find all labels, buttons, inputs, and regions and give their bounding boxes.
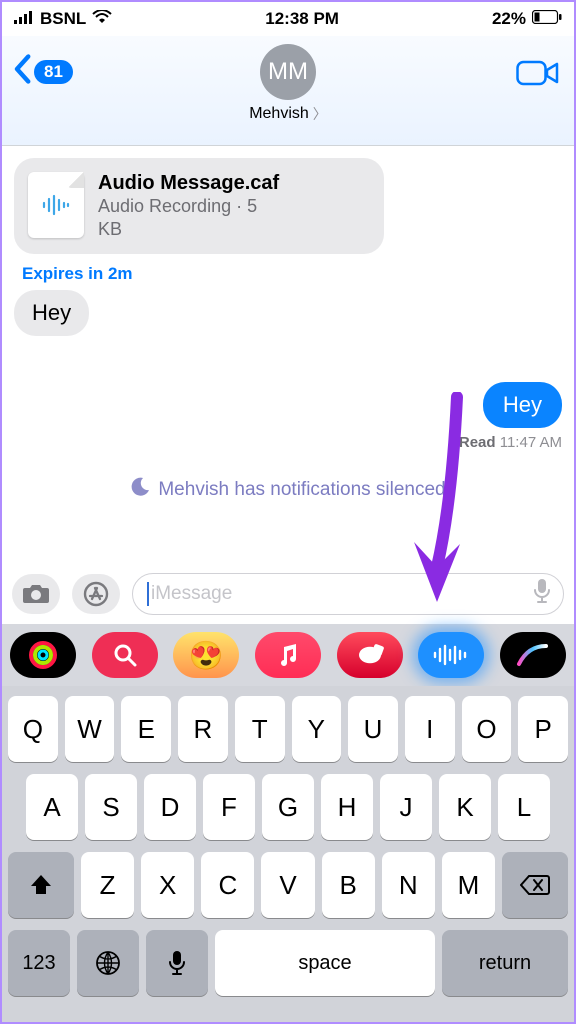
globe-icon [95, 950, 121, 976]
chevron-right-icon: 〉 [313, 104, 327, 124]
notifications-silenced-banner[interactable]: Mehvish has notifications silenced [14, 477, 562, 503]
microphone-icon [533, 578, 551, 604]
key-m[interactable]: M [442, 852, 495, 918]
key-f[interactable]: F [203, 774, 255, 840]
placeholder-text: iMessage [151, 583, 232, 605]
key-o[interactable]: O [462, 696, 512, 762]
keyboard-row-2: A S D F G H J K L [8, 774, 568, 840]
app-store-button[interactable] [72, 574, 120, 614]
key-globe[interactable] [77, 930, 139, 996]
key-r[interactable]: R [178, 696, 228, 762]
contact-name-button[interactable]: Mehvish 〉 [249, 104, 327, 124]
key-n[interactable]: N [382, 852, 435, 918]
signal-icon [14, 9, 34, 29]
app-memoji-icon[interactable]: 😍 [173, 632, 239, 678]
contact-name-label: Mehvish [249, 105, 309, 123]
camera-button[interactable] [12, 574, 60, 614]
file-title: Audio Message.caf [98, 172, 279, 195]
backspace-icon [520, 874, 550, 896]
keyboard-row-1: Q W E R T Y U I O P [8, 696, 568, 762]
key-d[interactable]: D [144, 774, 196, 840]
appstore-icon [83, 581, 109, 607]
key-s[interactable]: S [85, 774, 137, 840]
key-dictate[interactable] [146, 930, 208, 996]
key-p[interactable]: P [518, 696, 568, 762]
shift-icon [29, 873, 53, 897]
key-w[interactable]: W [65, 696, 115, 762]
key-y[interactable]: Y [292, 696, 342, 762]
key-shift[interactable] [8, 852, 74, 918]
key-t[interactable]: T [235, 696, 285, 762]
keyboard-row-3: Z X C V B N M [8, 852, 568, 918]
read-receipt: Read 11:47 AM [14, 434, 562, 451]
keyboard-row-4: 123 space return [8, 930, 568, 996]
key-u[interactable]: U [348, 696, 398, 762]
key-e[interactable]: E [121, 696, 171, 762]
dictation-button[interactable] [533, 578, 551, 610]
app-audio-message-icon[interactable] [418, 632, 484, 678]
chevron-left-icon [12, 54, 32, 89]
key-space[interactable]: space [215, 930, 435, 996]
key-backspace[interactable] [502, 852, 568, 918]
audio-file-icon [28, 172, 84, 238]
key-v[interactable]: V [261, 852, 314, 918]
facetime-button[interactable] [516, 58, 560, 93]
message-input[interactable]: iMessage [132, 573, 564, 615]
silenced-text: Mehvish has notifications silenced [158, 479, 445, 501]
wifi-icon [92, 9, 112, 29]
expiry-label: Expires in 2m [22, 264, 562, 284]
key-a[interactable]: A [26, 774, 78, 840]
key-i[interactable]: I [405, 696, 455, 762]
key-return[interactable]: return [442, 930, 568, 996]
app-fitness-icon[interactable] [337, 632, 403, 678]
clock-label: 12:38 PM [265, 9, 339, 29]
key-c[interactable]: C [201, 852, 254, 918]
key-b[interactable]: B [322, 852, 375, 918]
battery-pct-label: 22% [492, 9, 526, 29]
battery-icon [532, 9, 562, 29]
key-k[interactable]: K [439, 774, 491, 840]
status-bar: BSNL 12:38 PM 22% [2, 2, 574, 36]
back-button[interactable]: 81 [12, 54, 73, 89]
conversation-thread[interactable]: Audio Message.caf Audio Recording · 5KB … [2, 146, 574, 562]
file-subtitle: Audio Recording · 5KB [98, 195, 279, 240]
key-j[interactable]: J [380, 774, 432, 840]
carrier-label: BSNL [40, 9, 86, 29]
conversation-header: 81 MM Mehvish 〉 [2, 36, 574, 146]
audio-message-bubble[interactable]: Audio Message.caf Audio Recording · 5KB [14, 158, 384, 254]
key-g[interactable]: G [262, 774, 314, 840]
outgoing-message[interactable]: Hey [483, 382, 562, 428]
app-hashtag-images-icon[interactable] [92, 632, 158, 678]
incoming-message[interactable]: Hey [14, 290, 89, 336]
contact-avatar[interactable]: MM [260, 44, 316, 100]
app-digital-touch-icon[interactable] [500, 632, 566, 678]
message-input-row: iMessage [2, 564, 574, 624]
unread-badge: 81 [34, 60, 73, 84]
moon-icon [130, 477, 150, 503]
key-q[interactable]: Q [8, 696, 58, 762]
key-h[interactable]: H [321, 774, 373, 840]
app-activity-icon[interactable] [10, 632, 76, 678]
key-x[interactable]: X [141, 852, 194, 918]
key-numbers[interactable]: 123 [8, 930, 70, 996]
text-cursor [147, 582, 149, 606]
key-l[interactable]: L [498, 774, 550, 840]
imessage-app-strip[interactable]: 😍 [2, 624, 574, 686]
camera-icon [22, 583, 50, 605]
microphone-icon [168, 950, 186, 976]
key-z[interactable]: Z [81, 852, 134, 918]
app-music-icon[interactable] [255, 632, 321, 678]
keyboard: Q W E R T Y U I O P A S D F G H J K L Z … [2, 686, 574, 1022]
